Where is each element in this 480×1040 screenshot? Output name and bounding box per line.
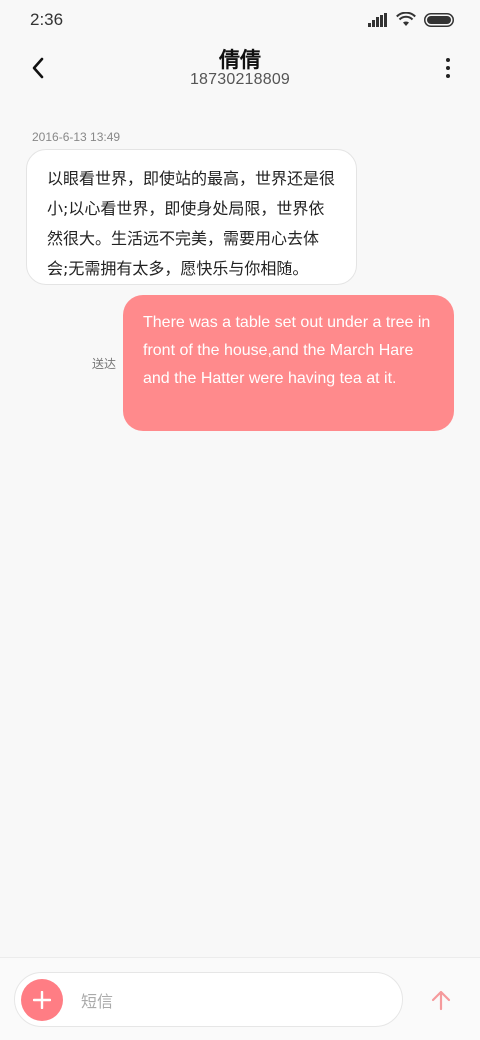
status-bar: 2:36	[0, 0, 480, 40]
more-vert-icon	[446, 58, 450, 62]
message-composer: 短信	[0, 957, 480, 1040]
sms-input-placeholder: 短信	[81, 992, 114, 1011]
plus-icon	[33, 991, 51, 1009]
conversation-header: 倩倩 18730218809	[0, 40, 480, 100]
more-options-button[interactable]	[440, 54, 456, 82]
outgoing-message-bubble[interactable]: There was a table set out under a tree i…	[123, 295, 454, 431]
signal-icon	[368, 12, 387, 27]
wifi-icon	[396, 12, 416, 26]
contact-name: 倩倩	[219, 48, 261, 72]
send-button[interactable]	[428, 986, 454, 1014]
battery-icon	[424, 12, 454, 27]
add-attachment-button[interactable]	[21, 979, 63, 1021]
sms-input-field[interactable]: 短信	[14, 972, 403, 1027]
contact-number: 18730218809	[189, 71, 291, 88]
status-icons	[368, 12, 454, 27]
status-time: 2:36	[30, 10, 64, 29]
send-arrow-icon	[431, 990, 451, 1011]
delivery-status: 送达	[92, 357, 117, 371]
message-timestamp: 2016-6-13 13:49	[32, 130, 121, 144]
incoming-message-bubble[interactable]: 以眼看世界，即使站的最高，世界还是很小;以心看世界，即使身处局限，世界依然很大。…	[26, 149, 357, 285]
